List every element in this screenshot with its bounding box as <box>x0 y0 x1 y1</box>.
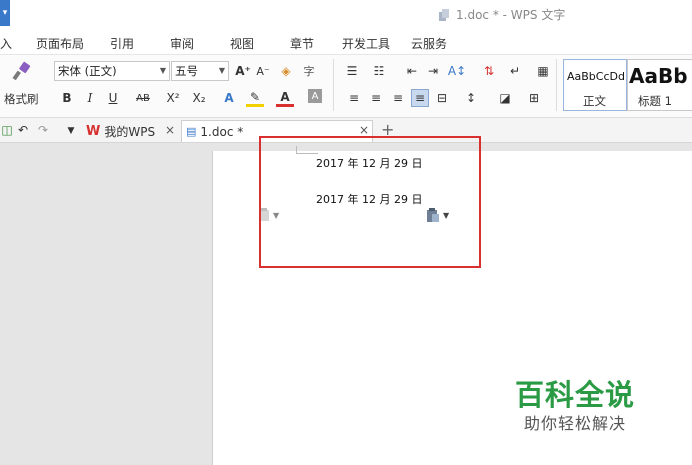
align-left-icon[interactable]: ≡ <box>345 89 363 107</box>
menu-tab-developer[interactable]: 开发工具 <box>342 35 390 52</box>
paragraph-shading-icon[interactable]: ◪ <box>496 89 514 107</box>
tab-1-doc-label: 1.doc * <box>200 124 244 139</box>
align-center-icon[interactable]: ≡ <box>367 89 385 107</box>
tab-my-wps-label: 我的WPS <box>104 124 156 139</box>
font-color-icon[interactable]: A <box>276 89 294 107</box>
close-icon[interactable]: × <box>165 123 175 137</box>
document-icon <box>439 8 449 21</box>
strikethrough-icon[interactable]: AB <box>132 89 154 107</box>
highlight-annotation-box <box>259 136 481 268</box>
menu-tab-references[interactable]: 引用 <box>110 35 134 52</box>
border-icon[interactable]: ⊞ <box>525 89 543 107</box>
document-icon: ▤ <box>186 125 197 138</box>
title-bar: ▾ 1.doc * - WPS 文字 <box>0 0 692 30</box>
menu-tab-cloud[interactable]: 云服务 <box>411 35 447 52</box>
subscript-icon[interactable]: X₂ <box>190 89 208 107</box>
menu-tab-insert[interactable]: 入 <box>0 35 12 52</box>
font-name-select[interactable]: 宋体 (正文) ▼ <box>54 61 170 81</box>
sort-icon[interactable]: ⇅ <box>480 62 498 80</box>
distribute-icon[interactable]: ⊟ <box>433 89 451 107</box>
undo-icon[interactable]: ↶ <box>14 121 32 139</box>
window-title: 1.doc * - WPS 文字 <box>437 6 565 23</box>
style-normal-name: 正文 <box>583 94 606 108</box>
wps-logo-icon: W <box>86 123 101 139</box>
style-heading-1-sample: AaBb <box>629 64 688 88</box>
font-size-select[interactable]: 五号 ▼ <box>171 61 229 81</box>
menu-tab-section[interactable]: 章节 <box>290 35 314 52</box>
chevron-down-icon: ▼ <box>159 66 166 75</box>
menu-tab-view[interactable]: 视图 <box>230 35 254 52</box>
style-normal[interactable]: AaBbCcDd 正文 <box>563 59 627 111</box>
bold-icon[interactable]: B <box>58 89 76 107</box>
ribbon-separator <box>556 59 557 111</box>
chevron-down-icon: ▼ <box>218 66 225 75</box>
table-borders-icon[interactable]: ▦ <box>534 62 552 80</box>
clear-format-icon[interactable]: ◈ <box>277 62 295 80</box>
menu-tab-page-layout[interactable]: 页面布局 <box>36 35 84 52</box>
style-normal-sample: AaBbCcDd <box>567 70 625 83</box>
ribbon-toolbar: 格式刷 宋体 (正文) ▼ 五号 ▼ A⁺ A⁻ ◈ 字 B I U AB X²… <box>0 54 692 118</box>
italic-icon[interactable]: I <box>81 89 99 107</box>
format-painter-icon[interactable] <box>10 61 32 83</box>
format-painter-label[interactable]: 格式刷 <box>4 91 39 107</box>
increase-indent-icon[interactable]: ⇥ <box>424 62 442 80</box>
grow-font-icon[interactable]: A⁺ <box>234 62 252 80</box>
numbered-list-icon[interactable]: ☷ <box>370 62 388 80</box>
watermark-subtitle: 助你轻松解决 <box>524 414 627 433</box>
line-spacing-icon[interactable]: ↕ <box>462 89 480 107</box>
show-marks-icon[interactable]: ↵ <box>506 62 524 80</box>
tab-my-wps[interactable]: W 我的WPS <box>86 120 155 142</box>
highlight-icon[interactable]: ✎ <box>246 89 264 107</box>
chevron-down-icon[interactable]: ▼ <box>62 122 80 140</box>
superscript-icon[interactable]: X² <box>164 89 182 107</box>
bullet-list-icon[interactable]: ☰ <box>343 62 361 80</box>
text-effect-icon[interactable]: A <box>220 89 238 107</box>
font-name-value: 宋体 (正文) <box>58 64 117 78</box>
align-right-icon[interactable]: ≡ <box>389 89 407 107</box>
phonetic-guide-icon[interactable]: 字 <box>300 62 318 80</box>
underline-icon[interactable]: U <box>104 89 122 107</box>
window-title-text: 1.doc * - WPS 文字 <box>456 8 566 22</box>
decrease-indent-icon[interactable]: ⇤ <box>403 62 421 80</box>
watermark-title: 百科全说 <box>515 378 636 412</box>
font-size-value: 五号 <box>175 64 198 78</box>
chinese-layout-icon[interactable]: A↕ <box>448 62 466 80</box>
style-heading-1-name: 标题 1 <box>638 94 672 108</box>
menu-tab-review[interactable]: 审阅 <box>170 35 194 52</box>
redo-icon[interactable]: ↷ <box>34 121 52 139</box>
shrink-font-icon[interactable]: A⁻ <box>254 62 272 80</box>
app-menu-button[interactable]: ▾ <box>0 0 10 26</box>
menu-bar: 入 页面布局 引用 审阅 视图 章节 开发工具 云服务 <box>0 30 692 54</box>
close-icon[interactable]: × <box>359 123 369 137</box>
style-heading-1[interactable]: AaBb 标题 1 <box>627 59 692 111</box>
ribbon-separator <box>333 59 334 111</box>
justify-icon[interactable]: ≡ <box>411 89 429 107</box>
character-shading-icon[interactable]: A <box>308 89 322 103</box>
